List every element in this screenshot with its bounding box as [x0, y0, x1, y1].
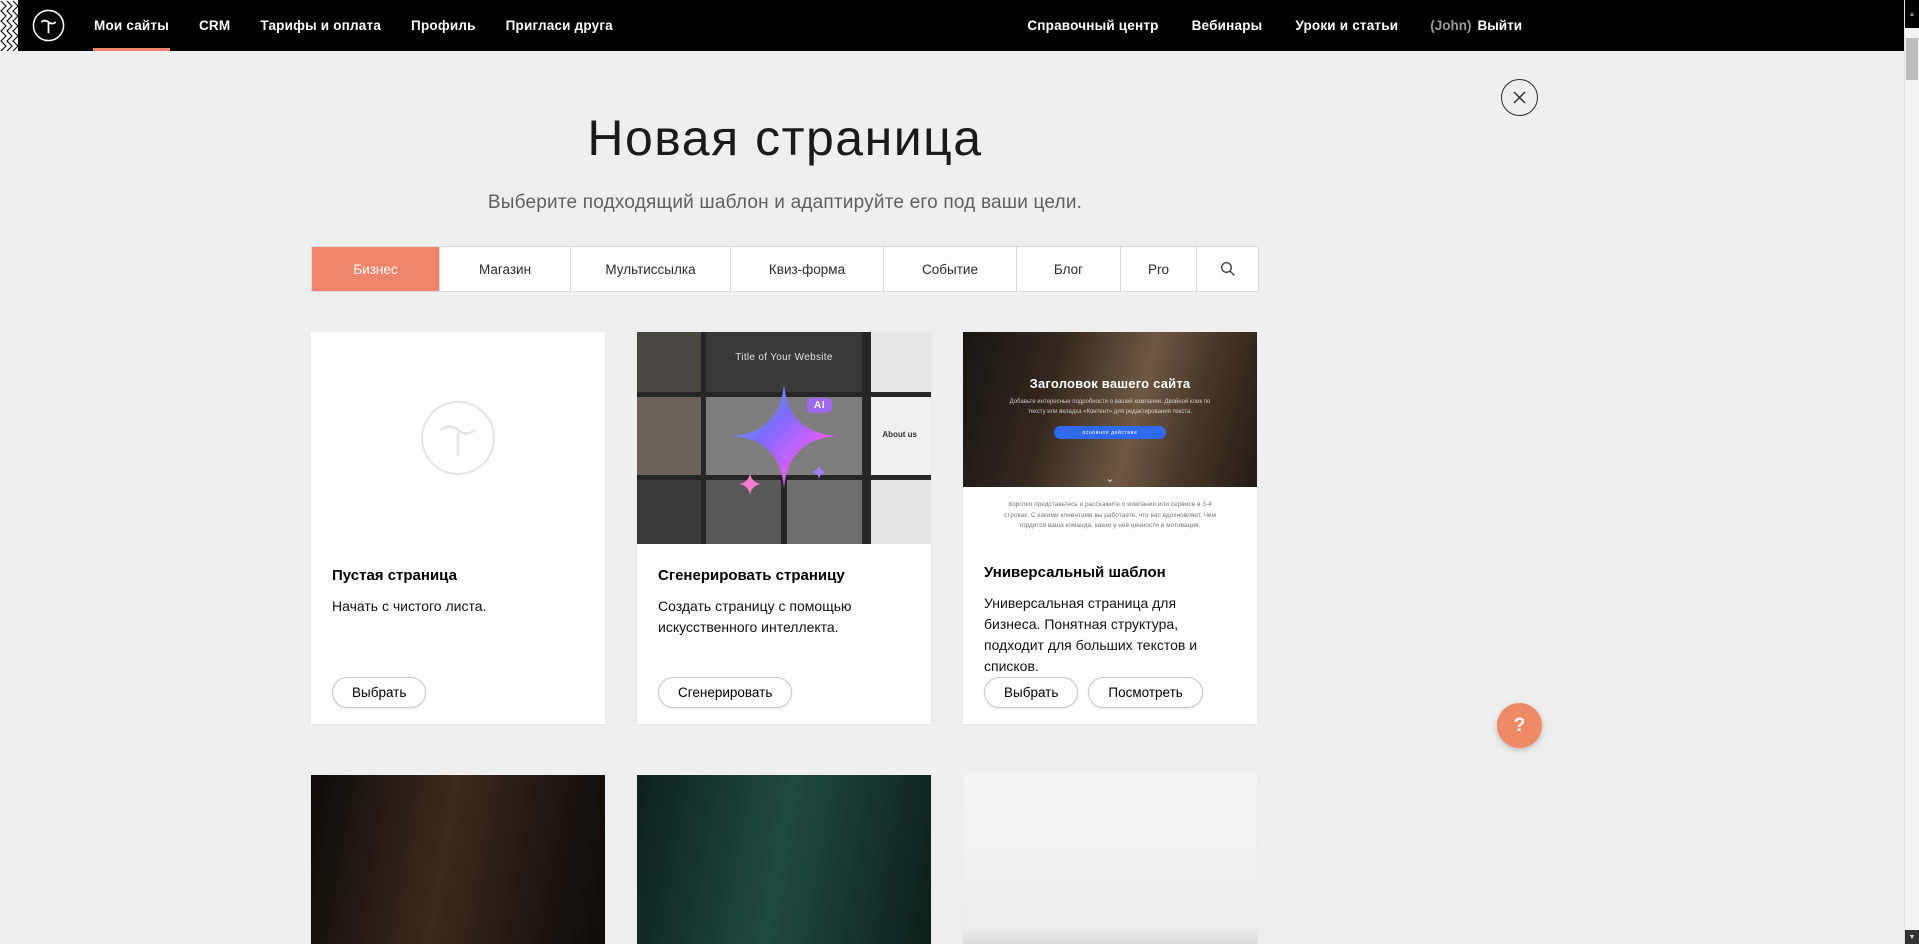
vertical-scrollbar: ▲ ▼: [1904, 0, 1919, 944]
menu-item-help-center[interactable]: Справочный центр: [1026, 0, 1159, 51]
card-title: Пустая страница: [332, 567, 584, 584]
preview-body-text: Коротко представьтесь и расскажите о ком…: [963, 487, 1257, 542]
card-body: Пустая страница Начать с чистого листа. …: [311, 544, 605, 724]
close-icon: [1512, 90, 1527, 105]
secondary-menu: Справочный центр Вебинары Уроки и статьи…: [995, 0, 1522, 51]
search-icon: [1220, 261, 1236, 277]
template-card-partial: [311, 775, 605, 944]
card-description: Создать страницу с помощью искусственног…: [658, 596, 910, 638]
ai-preview[interactable]: Title of Your Website About us AI: [637, 332, 931, 544]
page-subtitle: Выберите подходящий шаблон и адаптируйте…: [311, 192, 1259, 214]
menu-item-profile[interactable]: Профиль: [410, 0, 477, 51]
tilda-logo-icon[interactable]: [31, 8, 66, 43]
template-card-universal: Заголовок вашего сайта Добавьте интересн…: [963, 332, 1257, 724]
template-preview-image[interactable]: [963, 775, 1257, 944]
card-title: Универсальный шаблон: [984, 564, 1236, 581]
template-preview-image[interactable]: [637, 775, 931, 944]
menu-item-invite-friend[interactable]: Пригласи друга: [505, 0, 614, 51]
scrollbar-thumb[interactable]: [1906, 38, 1918, 80]
menu-item-crm[interactable]: CRM: [198, 0, 231, 51]
ai-sparkle-icon: [637, 332, 931, 544]
top-navbar: Мои сайты CRM Тарифы и оплата Профиль Пр…: [0, 0, 1919, 51]
template-preview-image[interactable]: [311, 775, 605, 944]
tab-pro[interactable]: Pro: [1121, 247, 1197, 291]
scroll-up-arrow[interactable]: ▲: [1905, 0, 1919, 28]
preview-hero-button: основное действие: [1054, 426, 1166, 439]
generate-button[interactable]: Сгенерировать: [658, 677, 792, 708]
select-universal-button[interactable]: Выбрать: [984, 677, 1078, 708]
card-actions: Выбрать Посмотреть: [984, 677, 1236, 708]
card-description: Начать с чистого листа.: [332, 596, 584, 617]
menu-item-lessons[interactable]: Уроки и статьи: [1294, 0, 1399, 51]
page-title: Новая страница: [311, 109, 1259, 167]
tab-business[interactable]: Бизнес: [312, 247, 440, 291]
logout-link[interactable]: Выйти: [1478, 18, 1523, 33]
view-universal-button[interactable]: Посмотреть: [1088, 677, 1202, 708]
chevron-down-icon: ⌄: [963, 472, 1257, 485]
template-category-tabs: Бизнес Магазин Мультиссылка Квиз-форма С…: [311, 246, 1259, 292]
card-description: Универсальная страница для бизнеса. Поня…: [984, 593, 1236, 677]
blank-page-preview[interactable]: [311, 332, 605, 544]
card-title: Сгенерировать страницу: [658, 567, 910, 584]
menu-item-pricing[interactable]: Тарифы и оплата: [259, 0, 382, 51]
tab-store[interactable]: Магазин: [440, 247, 571, 291]
template-card-partial: [637, 775, 931, 944]
card-actions: Сгенерировать: [658, 677, 910, 708]
help-button[interactable]: ?: [1497, 703, 1542, 748]
user-logout[interactable]: (John) Выйти: [1430, 18, 1522, 33]
close-button[interactable]: [1501, 79, 1538, 116]
tab-multilink[interactable]: Мультиссылка: [571, 247, 731, 291]
universal-preview[interactable]: Заголовок вашего сайта Добавьте интересн…: [963, 332, 1257, 487]
select-blank-button[interactable]: Выбрать: [332, 677, 426, 708]
template-card-ai-generate: Title of Your Website About us AI: [637, 332, 931, 724]
scroll-down-arrow[interactable]: ▼: [1905, 930, 1919, 944]
new-page-dialog: Новая страница Выберите подходящий шабло…: [311, 109, 1259, 944]
preview-hero-title: Заголовок вашего сайта: [963, 332, 1257, 391]
tab-quiz-form[interactable]: Квиз-форма: [731, 247, 884, 291]
menu-item-webinars[interactable]: Вебинары: [1191, 0, 1264, 51]
tilda-watermark-icon: [419, 399, 497, 477]
menu-item-my-sites[interactable]: Мои сайты: [93, 0, 170, 51]
card-body: Универсальный шаблон Универсальная стран…: [963, 542, 1257, 724]
template-cards-row: Пустая страница Начать с чистого листа. …: [311, 332, 1259, 724]
tilda-zigzag-pattern: [0, 0, 18, 51]
user-name: (John): [1430, 18, 1471, 33]
tab-blog[interactable]: Блог: [1017, 247, 1121, 291]
card-body: Сгенерировать страницу Создать страницу …: [637, 544, 931, 724]
template-card-blank-page: Пустая страница Начать с чистого листа. …: [311, 332, 605, 724]
card-actions: Выбрать: [332, 677, 584, 708]
template-card-partial: [963, 775, 1257, 944]
tab-event[interactable]: Событие: [884, 247, 1017, 291]
preview-hero-text: Добавьте интересные подробности о вашей …: [1008, 398, 1212, 417]
search-tab[interactable]: [1197, 247, 1258, 291]
template-cards-row-partial: [311, 775, 1259, 944]
primary-menu: Мои сайты CRM Тарифы и оплата Профиль Пр…: [93, 0, 642, 51]
